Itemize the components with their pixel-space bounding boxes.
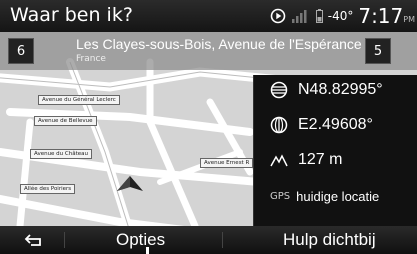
longitude-row: E2.49608° — [270, 116, 373, 134]
gps-icon: GPS — [270, 191, 291, 202]
mountain-icon — [270, 154, 288, 167]
signal-bars-icon — [291, 10, 307, 23]
street-label: Avenue de Bellevue — [34, 116, 97, 126]
latitude-row: N48.82995° — [270, 81, 383, 99]
address-bar: 6 Les Clayes-sous-Bois, Avenue de l'Espé… — [0, 32, 417, 70]
street-label: Avenue du Général Leclerc — [38, 95, 120, 105]
top-bar: Waar ben ik? -40° 7:17 PM — [0, 0, 417, 32]
gps-row: GPS huidige locatie — [270, 189, 379, 204]
altitude-row: 127 m — [270, 151, 342, 169]
longitude-globe-icon — [270, 116, 288, 134]
longitude-value: E2.49608° — [298, 116, 373, 133]
current-address: Les Clayes-sous-Bois, Avenue de l'Espéra… — [76, 36, 362, 52]
play-circle-icon — [270, 8, 286, 24]
options-button[interactable]: Opties — [116, 230, 165, 250]
latitude-globe-icon — [270, 81, 288, 99]
page-title: Waar ben ik? — [10, 4, 133, 26]
street-label: Allée des Poiriers — [20, 184, 76, 194]
separator — [222, 232, 223, 248]
gps-status-label: huidige locatie — [296, 189, 380, 204]
battery-icon — [315, 9, 323, 23]
bottom-bar: Opties Hulp dichtbij — [0, 226, 417, 254]
scroll-indicator — [146, 247, 149, 254]
heading-indicator-left: 6 — [8, 38, 34, 64]
location-panel: N48.82995° E2.49608° 127 m GPS huidige l… — [253, 75, 417, 226]
temperature-readout: -40° — [327, 9, 354, 23]
back-arrow-icon[interactable] — [22, 231, 46, 249]
street-label: Avenue du Château — [30, 149, 93, 159]
altitude-value: 127 m — [298, 151, 343, 168]
position-arrow-icon — [117, 176, 143, 191]
street-label: Avenue Ernest R — [200, 158, 254, 168]
clock-ampm: PM — [403, 15, 415, 24]
latitude-value: N48.82995° — [298, 81, 383, 98]
heading-indicator-right: 5 — [365, 38, 391, 64]
help-nearby-button[interactable]: Hulp dichtbij — [283, 230, 376, 250]
current-country: France — [76, 54, 106, 64]
separator — [64, 232, 65, 248]
clock: 7:17 — [358, 4, 404, 28]
status-area: -40° 7:17 PM — [270, 4, 415, 28]
